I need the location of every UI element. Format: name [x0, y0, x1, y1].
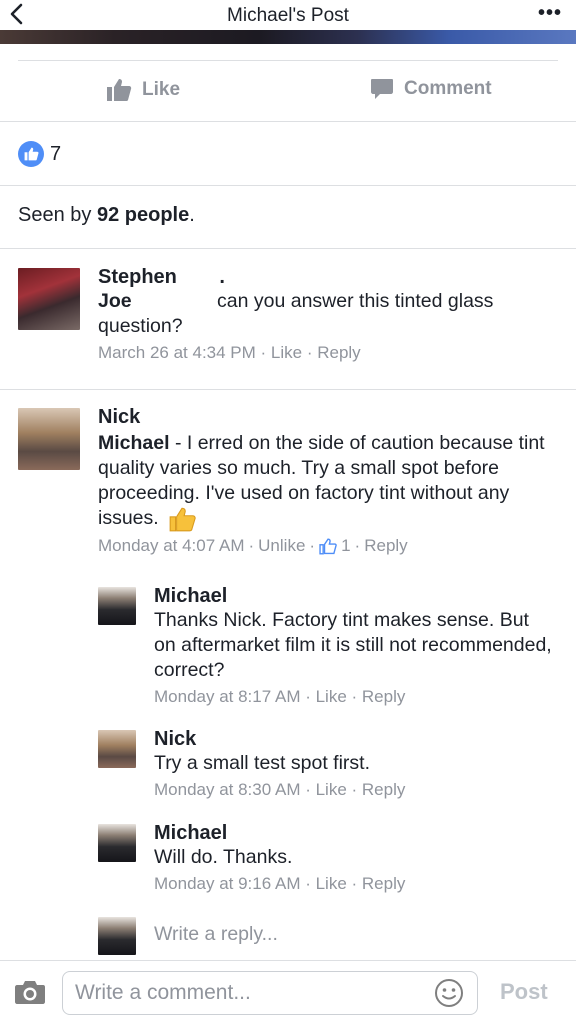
page-title: Michael's Post — [227, 5, 349, 26]
avatar[interactable] — [98, 824, 136, 862]
reply-like-link[interactable]: Like — [316, 874, 347, 893]
like-button[interactable]: Like — [106, 78, 180, 102]
divider — [0, 121, 576, 122]
reply-text: Try a small test spot first. — [154, 752, 370, 774]
mention[interactable]: Joe — [98, 290, 132, 312]
seen-suffix: . — [189, 204, 195, 226]
reply-author[interactable]: Michael — [154, 585, 554, 608]
comment-reply-link[interactable]: Reply — [317, 343, 360, 362]
write-reply-input[interactable]: Write a reply... — [154, 923, 278, 946]
reply-time[interactable]: Monday at 8:30 AM — [154, 780, 300, 799]
more-options-icon[interactable]: ••• — [538, 2, 562, 25]
reply-reply-link[interactable]: Reply — [362, 874, 405, 893]
comment-unlike-link[interactable]: Unlike — [258, 536, 305, 556]
reply-like-link[interactable]: Like — [316, 687, 347, 706]
post-actions: Like Comment — [0, 62, 576, 120]
thumbs-up-icon — [107, 79, 132, 101]
seen-count: 92 people — [96, 204, 190, 226]
emoji-icon[interactable] — [434, 978, 464, 1008]
likes-count: 7 — [50, 142, 62, 165]
reply-text: Will do. Thanks. — [154, 846, 293, 868]
likes-summary[interactable]: 7 — [18, 141, 61, 167]
divider — [0, 248, 576, 249]
thumbs-up-emoji-icon — [169, 507, 196, 532]
reply-time[interactable]: Monday at 8:17 AM — [154, 687, 300, 706]
reply-text: Thanks Nick. Factory tint makes sense. B… — [154, 609, 552, 681]
comment-time[interactable]: March 26 at 4:34 PM — [98, 343, 256, 362]
comment-like-link[interactable]: Like — [271, 343, 302, 362]
mention[interactable]: Michael — [98, 432, 170, 454]
comment-author[interactable]: Stephen — [98, 266, 177, 288]
comment-like-count[interactable]: 1 — [341, 536, 350, 556]
top-bar: Michael's Post ••• — [0, 0, 576, 30]
seen-by[interactable]: Seen by 92 people. — [18, 204, 195, 227]
avatar[interactable] — [18, 408, 80, 470]
reply-reply-link[interactable]: Reply — [362, 780, 405, 799]
like-count-icon — [319, 538, 337, 554]
reply-time[interactable]: Monday at 9:16 AM — [154, 874, 300, 893]
camera-icon[interactable] — [14, 979, 46, 1005]
comment-time[interactable]: Monday at 4:07 AM — [98, 536, 244, 556]
avatar[interactable] — [98, 587, 136, 625]
comment-button[interactable]: Comment — [370, 78, 492, 100]
avatar[interactable] — [18, 268, 80, 330]
comment-reply-link[interactable]: Reply — [364, 536, 407, 556]
like-reaction-icon — [18, 141, 44, 167]
post-photo-strip — [0, 30, 576, 44]
seen-prefix: Seen by — [18, 204, 97, 226]
like-label: Like — [142, 79, 181, 100]
comment-input[interactable] — [62, 971, 478, 1015]
divider — [0, 389, 576, 390]
comment-text: can you answer this tinted glass questio… — [98, 290, 494, 337]
comment-label: Comment — [404, 78, 492, 99]
reply-reply-link[interactable]: Reply — [362, 687, 405, 706]
avatar — [98, 917, 136, 955]
reply-author[interactable]: Nick — [154, 728, 554, 751]
post-button[interactable]: Post — [500, 979, 548, 1005]
divider — [0, 185, 576, 186]
reply-author[interactable]: Michael — [154, 822, 554, 845]
comment-author-suffix: . — [219, 266, 225, 288]
divider — [18, 60, 558, 61]
comment-author[interactable]: Nick — [98, 406, 553, 429]
avatar[interactable] — [98, 730, 136, 768]
comment-bubble-icon — [371, 79, 393, 99]
reply-like-link[interactable]: Like — [316, 780, 347, 799]
comment-composer: Post — [0, 960, 576, 1024]
